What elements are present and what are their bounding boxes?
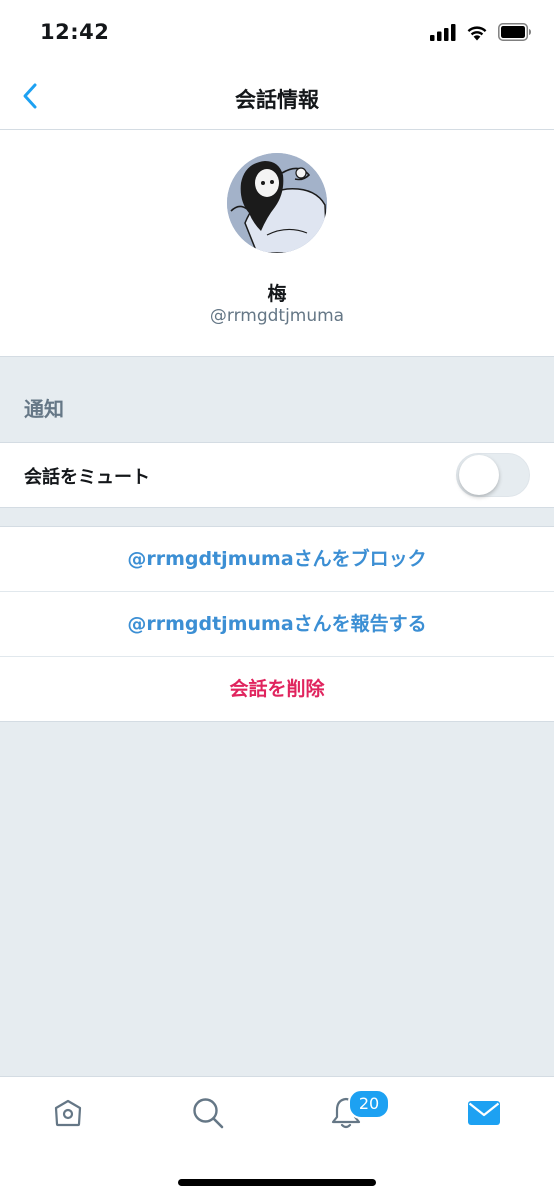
tab-search[interactable] [188,1095,228,1135]
wifi-icon [466,24,488,45]
profile-section: 梅 @rrmgdtjmuma [0,130,554,357]
notifications-count-badge: 20 [348,1089,390,1119]
messages-envelope-icon [467,1099,501,1131]
battery-icon [498,23,532,45]
navigation-bar: 会話情報 [0,66,554,130]
status-time: 12:42 [40,20,110,44]
toggle-knob [459,455,499,495]
report-user-button[interactable]: @rrmgdtjmumaさんを報告する [0,592,554,657]
home-indicator[interactable] [178,1179,376,1186]
tab-home[interactable] [48,1095,88,1135]
mute-conversation-label: 会話をミュート [24,467,150,488]
avatar[interactable] [227,153,327,253]
notifications-section-header: 通知 [24,397,64,421]
mute-conversation-toggle[interactable] [456,453,530,497]
home-icon [52,1097,84,1133]
delete-conversation-button[interactable]: 会話を削除 [0,657,554,721]
profile-name: 梅 [267,283,287,305]
conversation-actions: @rrmgdtjmumaさんをブロック @rrmgdtjmumaさんを報告する … [0,526,554,722]
avatar-illustration [227,153,327,253]
tab-messages[interactable] [464,1095,504,1135]
search-icon [191,1096,225,1134]
status-icons [430,22,532,46]
status-bar: 12:42 [0,0,554,66]
profile-handle: @rrmgdtjmuma [209,306,345,326]
cellular-signal-icon [430,23,456,45]
block-user-button[interactable]: @rrmgdtjmumaさんをブロック [0,527,554,592]
page-title: 会話情報 [235,88,319,112]
mute-conversation-row: 会話をミュート [0,442,554,508]
